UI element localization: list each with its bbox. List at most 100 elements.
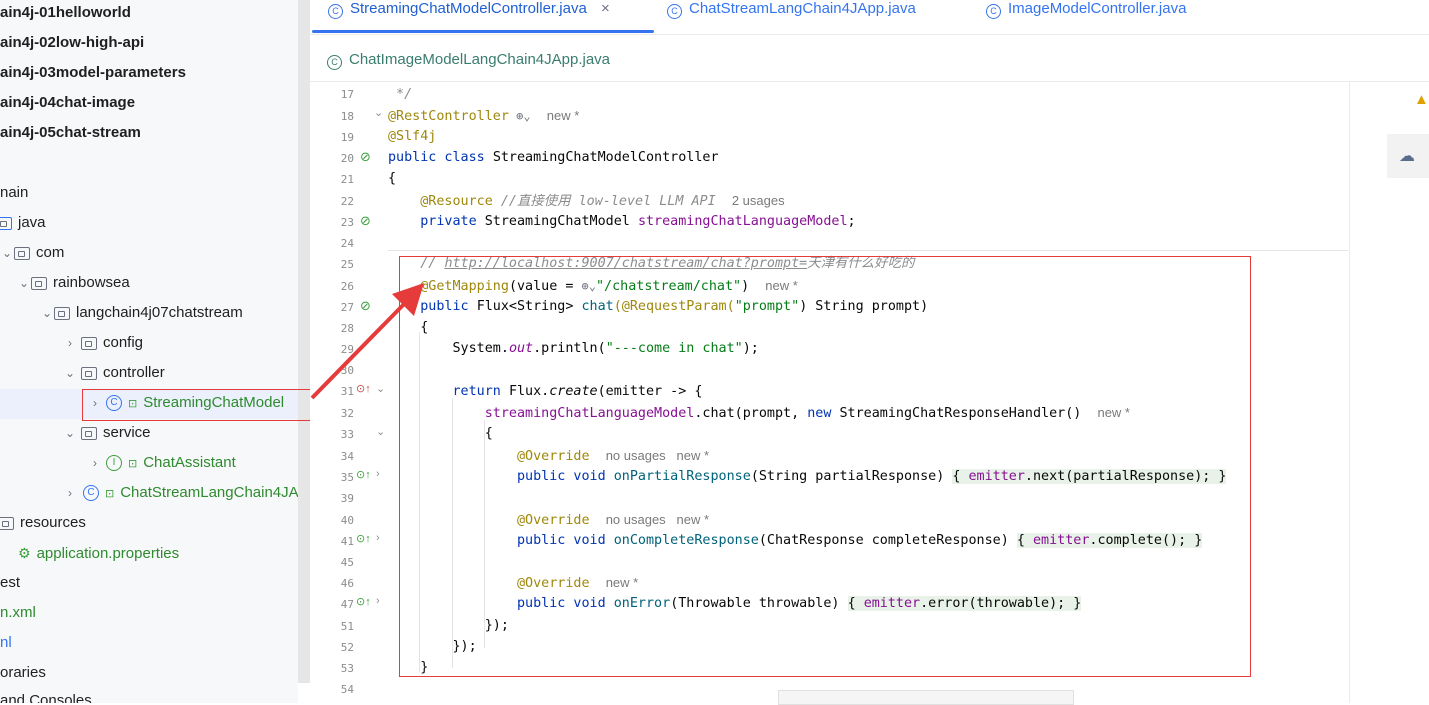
chevron-right-icon[interactable]: › [63,328,77,358]
chevron-right-icon[interactable]: › [88,448,102,478]
tree-label: java [18,214,46,231]
tree-file-iml[interactable]: nl [0,628,12,658]
code-token: @Resource [420,194,493,209]
folder-icon [81,426,97,440]
line-number: 51 [340,620,354,633]
tree-interface-chatassistant[interactable]: › I ⊡ ChatAssistant [88,448,236,478]
chevron-down-icon[interactable]: ⌄ [40,298,54,328]
tree-module-04[interactable]: ain4j-04chat-image [0,88,135,118]
inlay-hint[interactable]: new * [547,108,580,123]
tree-package-config[interactable]: › config [63,328,143,358]
folder-icon [0,216,12,230]
class-icon: C [986,4,1001,19]
annotation-box-code [399,256,1251,677]
tree-label: ChatAssistant [143,454,236,471]
warning-icon[interactable]: ▲ [1414,91,1429,108]
ai-assistant-button[interactable]: ☁ [1387,134,1429,178]
chevron-right-icon[interactable]: › [63,478,77,508]
code-token: ; [847,214,856,229]
fold-icon[interactable]: ⌄ [376,425,385,438]
tab-chatimage-app[interactable]: C ChatImageModelLangChain4JApp.java [327,49,610,73]
tree-label: resources [20,514,86,531]
tab-label: StreamingChatModelController.java [350,0,587,17]
resources-folder-icon [0,516,14,530]
folder-icon [14,246,30,260]
fold-icon[interactable]: › [376,532,380,544]
inlay-hint[interactable]: 2 usages [732,193,785,208]
line-number: 19 [340,131,354,144]
close-icon[interactable]: × [601,0,610,17]
fold-icon[interactable]: › [376,595,380,607]
implements-icon[interactable]: ⊙↑ [356,468,371,481]
fold-icon[interactable]: ⌄ [374,106,383,119]
tree-label: ChatStreamLangChain4JA [120,484,298,501]
tree-class-chatstreamapp[interactable]: › C ⊡ ChatStreamLangChain4JA [63,478,298,508]
tree-label: service [103,424,151,441]
lock-icon: ⊡ [128,458,138,470]
tree-package-service[interactable]: ⌄ service [63,418,151,448]
code-token: */ [388,87,413,102]
line-number: 33 [340,428,354,441]
tree-label: rainbowsea [53,274,130,291]
class-icon: C [667,4,682,19]
tree-package-com[interactable]: ⌄ com [0,238,64,268]
tree-scratches[interactable]: and Consoles [0,686,92,703]
line-number: 47 [340,598,354,611]
line-number: 18 [340,110,354,123]
globe-icon[interactable]: ⊕⌄ [509,109,530,123]
tree-module-05[interactable]: ain4j-05chat-stream [0,118,141,148]
line-number: 17 [340,88,354,101]
annotation-arrow [310,283,424,400]
tab-label: ChatStreamLangChain4JApp.java [689,0,916,17]
ai-assistant-icon: ☁ [1399,148,1415,165]
tree-folder-test[interactable]: est [0,568,20,598]
tree-label: nain [0,184,29,201]
code-token: StreamingChatModelController [492,150,719,165]
tree-external-libraries[interactable]: oraries [0,658,46,688]
tree-package-controller[interactable]: ⌄ controller [63,358,165,388]
chevron-down-icon[interactable]: ⌄ [0,238,14,268]
code-line-23: private StreamingChatModel streamingChat… [388,212,856,232]
method-separator [388,250,1348,251]
active-tab-underline [312,30,654,33]
line-number: 54 [340,683,354,696]
line-number: 52 [340,641,354,654]
code-comment: //直接使用 low-level LLM API [500,194,716,209]
tree-folder-java[interactable]: java [0,208,46,238]
project-tree: ain4j-01helloworld ain4j-02low-high-api … [0,0,298,703]
tree-label: ain4j-01helloworld [0,4,131,21]
chevron-down-icon[interactable]: ⌄ [63,358,77,388]
line-number: 45 [340,556,354,569]
tree-file-application-properties[interactable]: ⚙ application.properties [18,538,179,568]
implements-icon[interactable]: ⊙↑ [356,532,371,545]
chevron-down-icon[interactable]: ⌄ [63,418,77,448]
tab-imagemodel-controller[interactable]: C ImageModelController.java [986,0,1186,22]
tree-package-rainbowsea[interactable]: ⌄ rainbowsea [17,268,130,298]
tree-label: com [36,244,65,261]
tree-label: n.xml [0,604,36,621]
tree-label: and Consoles [0,692,92,703]
tree-label: nl [0,634,12,651]
spring-bean-icon[interactable]: ⊘ [360,149,371,165]
tree-module-01[interactable]: ain4j-01helloworld [0,0,131,28]
tab-streaming-controller[interactable]: C StreamingChatModelController.java × [328,0,610,22]
arrow-shaft [310,298,410,400]
tab-label: ImageModelController.java [1008,0,1187,17]
code-token: streamingChatLanguageModel [637,214,848,229]
spring-bean-icon[interactable]: ⊘ [360,213,371,229]
tree-module-02[interactable]: ain4j-02low-high-api [0,28,144,58]
tree-package-langchain4j07chatstream[interactable]: ⌄ langchain4j07chatstream [40,298,243,328]
tree-folder-resources[interactable]: resources [0,508,86,538]
interface-icon: I [106,455,122,472]
tree-module-03[interactable]: ain4j-03model-parameters [0,58,186,88]
code-token: @RestController [388,109,509,124]
tree-folder-main[interactable]: nain [0,178,28,208]
tab-label: ChatImageModelLangChain4JApp.java [349,51,611,68]
chevron-down-icon[interactable]: ⌄ [17,268,31,298]
line-number: 41 [340,535,354,548]
fold-icon[interactable]: › [376,468,380,480]
tab-chatstream-app[interactable]: C ChatStreamLangChain4JApp.java [667,0,916,22]
tree-file-pom[interactable]: n.xml [0,598,36,628]
folder-icon [81,366,97,380]
implements-icon[interactable]: ⊙↑ [356,595,371,608]
